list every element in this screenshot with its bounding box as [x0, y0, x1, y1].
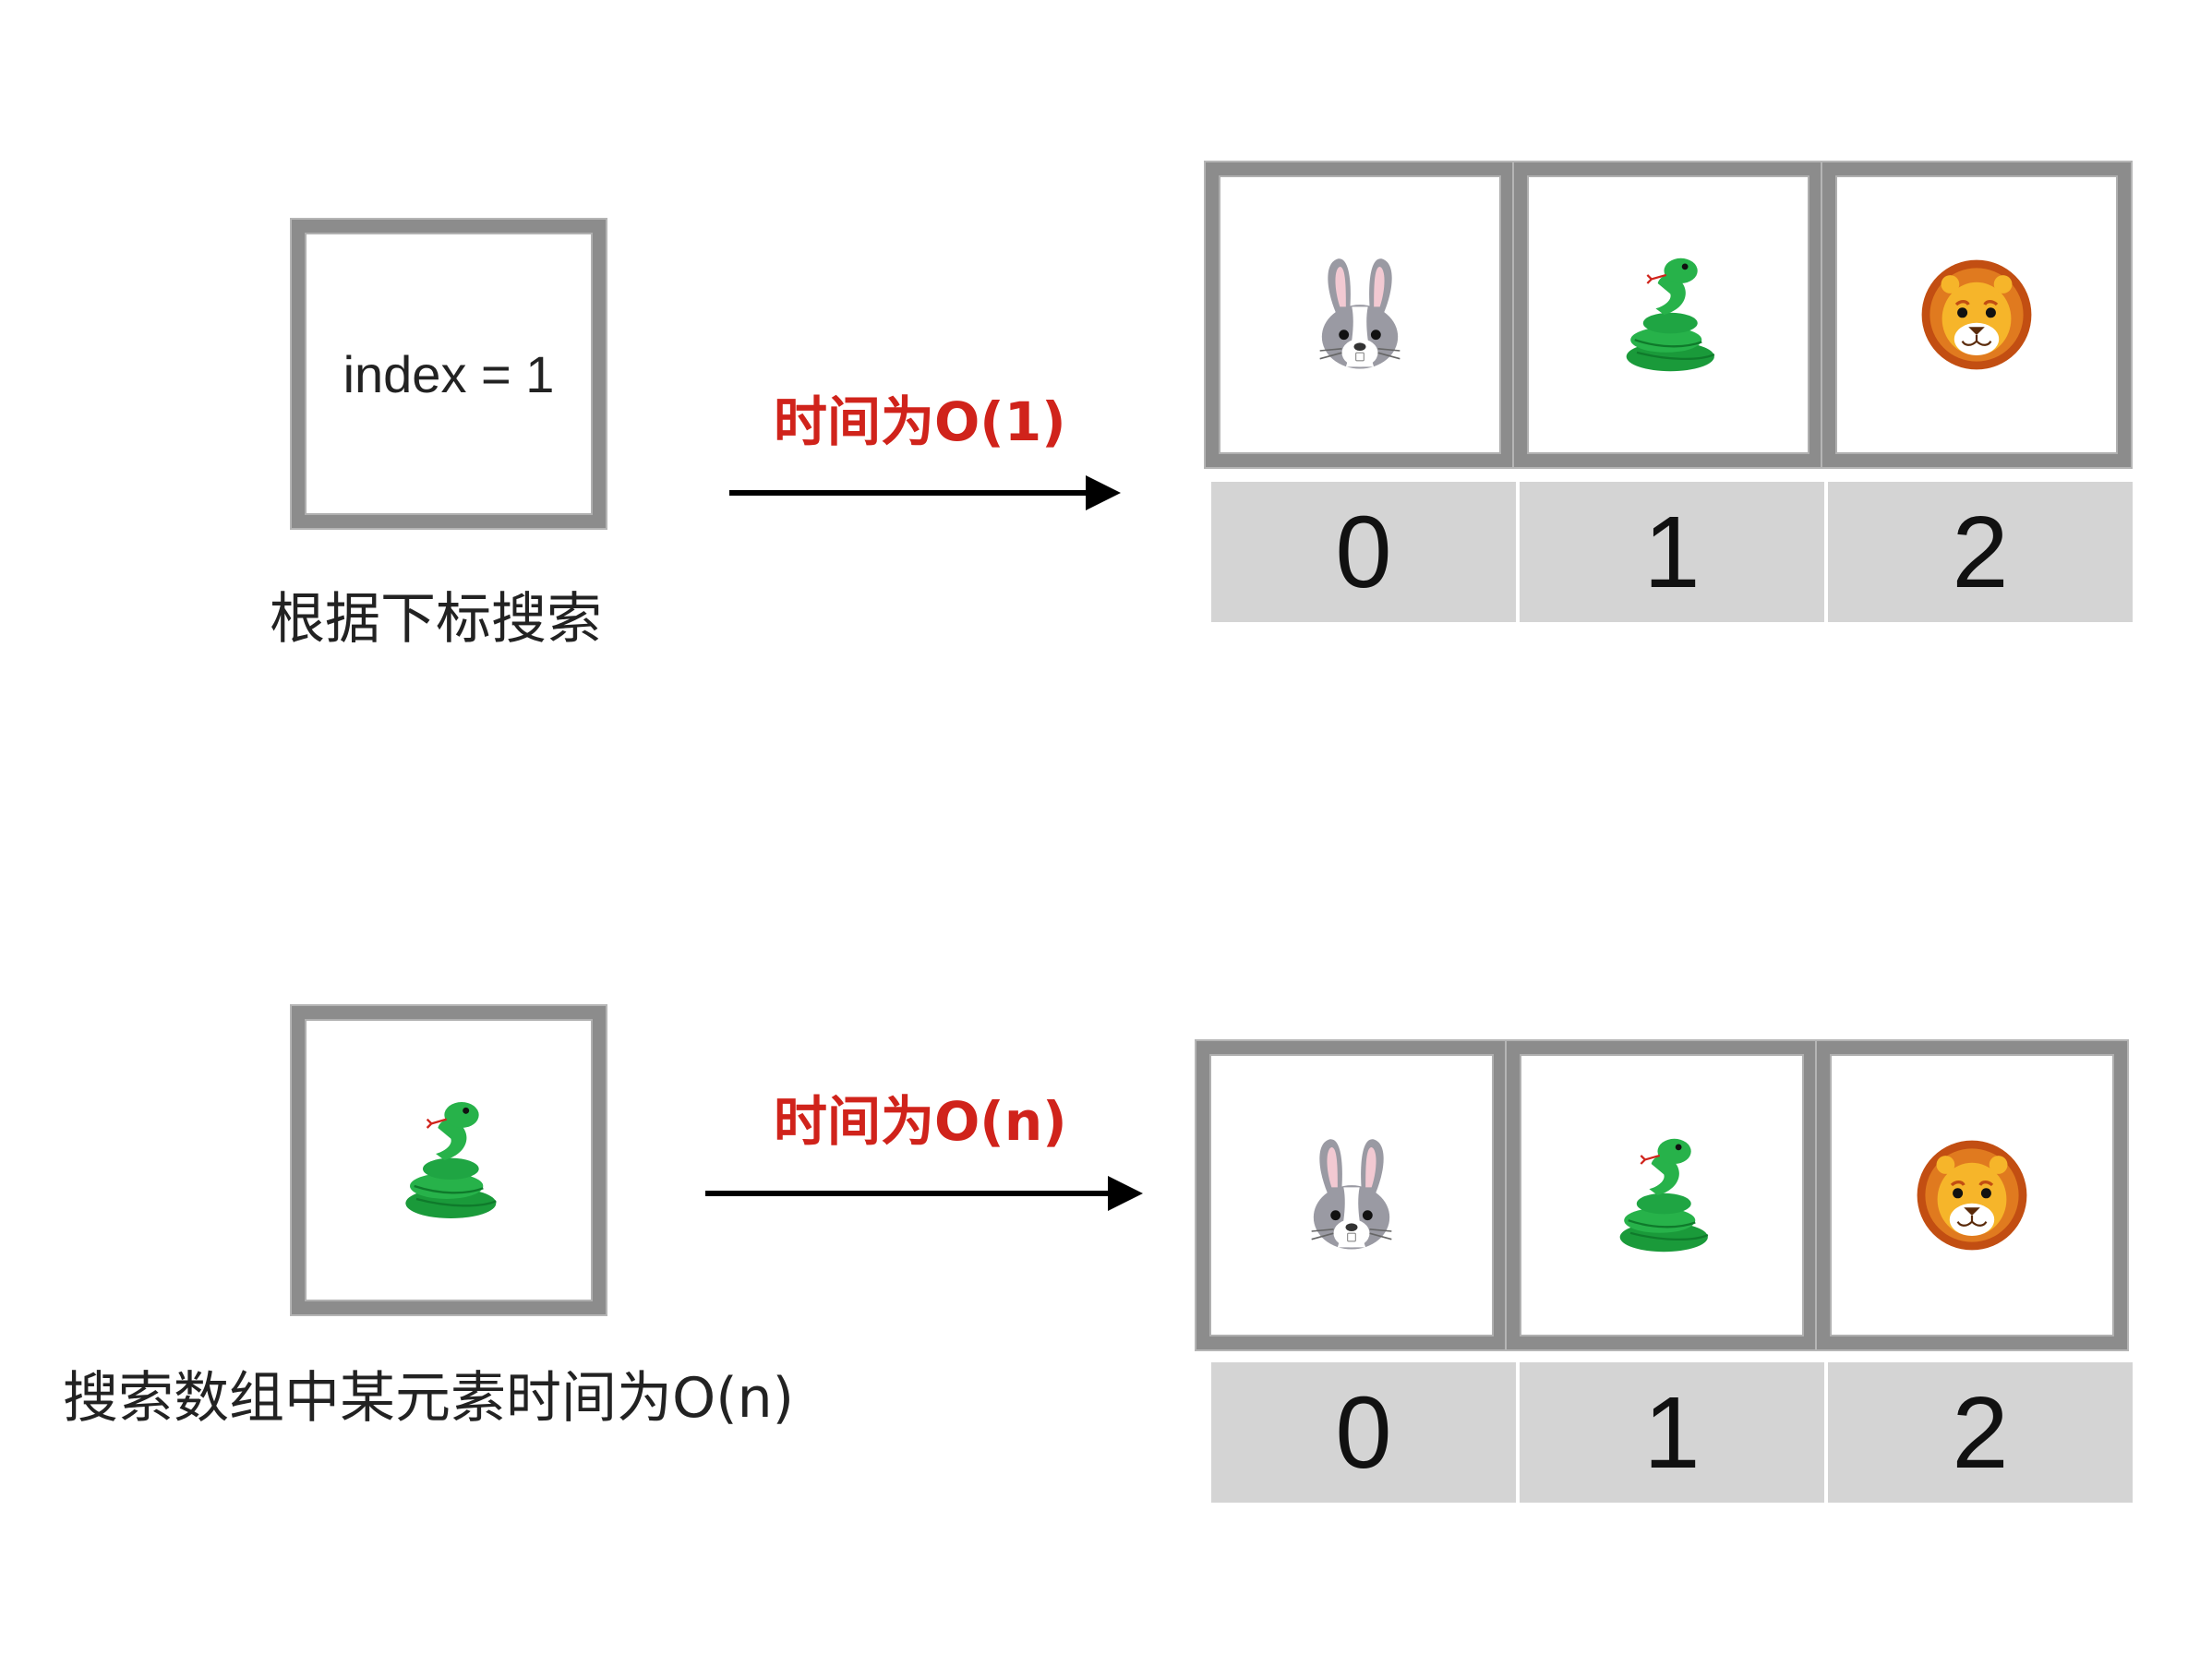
index-input-box: index = 1 — [292, 220, 606, 528]
top-cell-1 — [1514, 162, 1822, 467]
lion-icon — [1916, 254, 2038, 376]
bottom-index-1: 1 — [1520, 1362, 1824, 1503]
top-index-2: 2 — [1828, 482, 2133, 622]
bottom-index-2: 2 — [1828, 1362, 2133, 1503]
rabbit-icon — [1292, 1135, 1412, 1255]
bottom-cell-2 — [1817, 1041, 2127, 1349]
top-time-label: 时间为O(1) — [774, 390, 1066, 453]
top-caption: 根据下标搜索 — [270, 587, 602, 652]
bottom-cell-0 — [1196, 1041, 1507, 1349]
bottom-time-label: 时间为O(n) — [774, 1090, 1067, 1153]
snake-icon — [384, 1096, 513, 1225]
top-arrow — [729, 475, 1121, 510]
snake-icon — [1599, 1133, 1725, 1258]
top-cell-0 — [1206, 162, 1514, 467]
lion-icon — [1911, 1134, 2033, 1256]
top-cell-2 — [1822, 162, 2131, 467]
top-index-0: 0 — [1211, 482, 1516, 622]
bottom-cell-1 — [1507, 1041, 1817, 1349]
search-input-box — [292, 1006, 606, 1314]
rabbit-icon — [1300, 255, 1420, 375]
top-index-1: 1 — [1520, 482, 1824, 622]
snake-icon — [1605, 252, 1731, 378]
index-input-text: index = 1 — [343, 344, 555, 403]
bottom-index-0: 0 — [1211, 1362, 1516, 1503]
bottom-caption: 搜索数组中某元素时间为O(n) — [63, 1366, 795, 1431]
bottom-arrow — [705, 1176, 1143, 1211]
